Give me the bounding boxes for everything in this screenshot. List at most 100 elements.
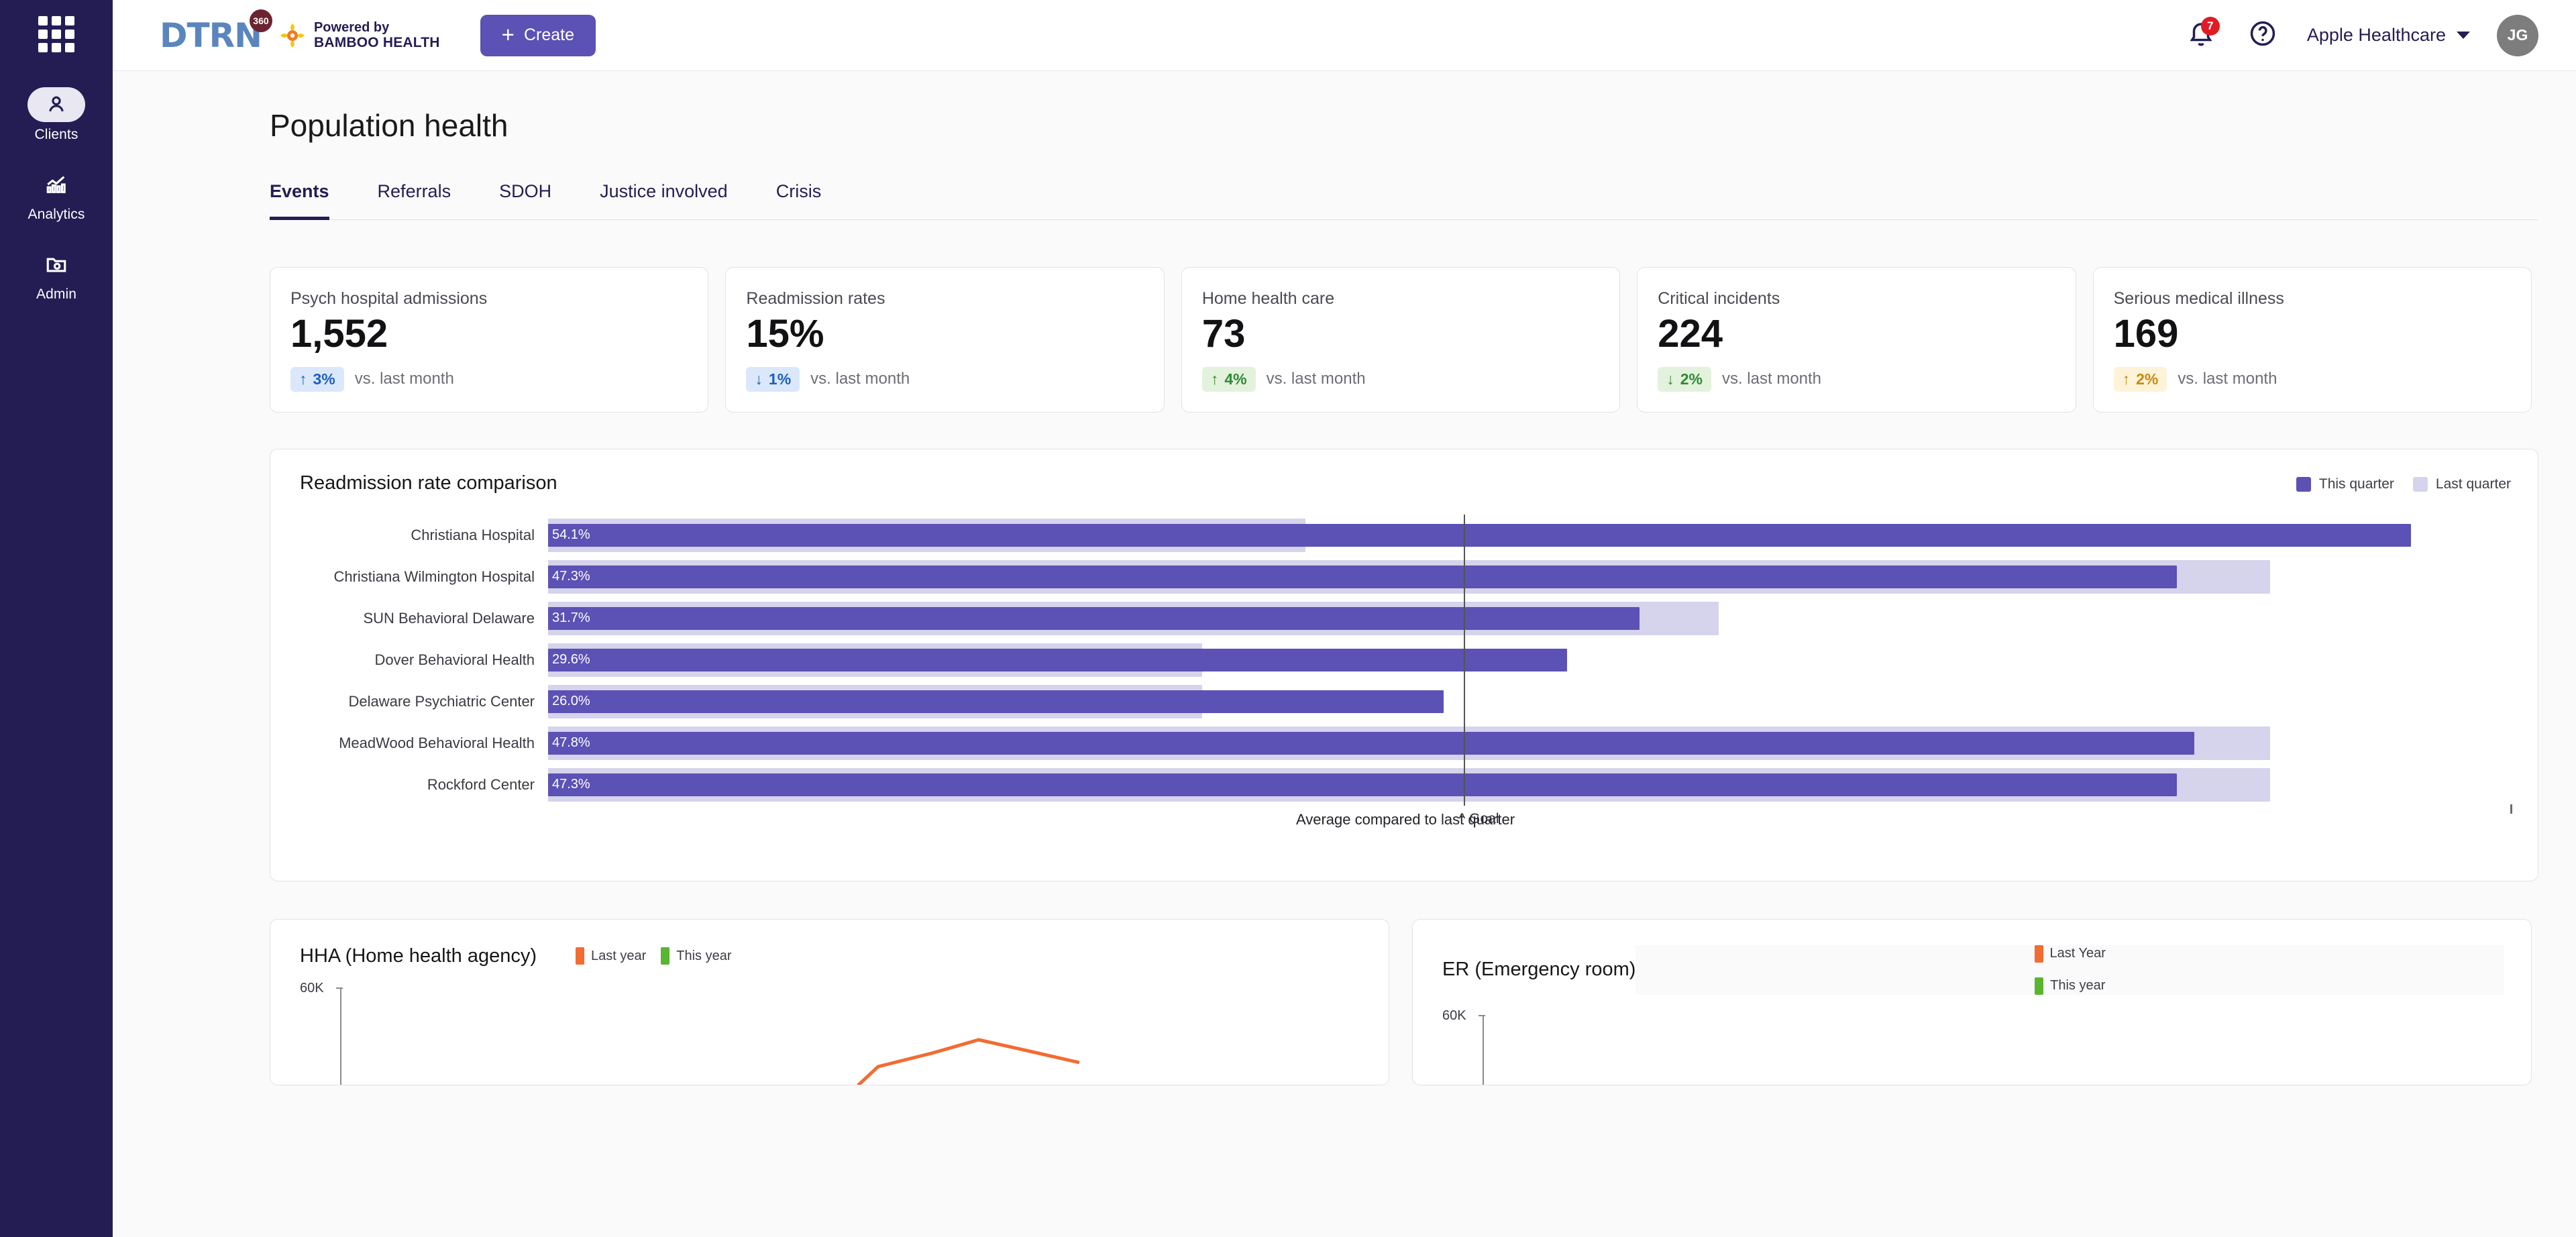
top-bar: DTRN 360 Powered by BAMBOO HEALTH + Crea… xyxy=(113,0,2576,71)
bar-row: Christiana Wilmington Hospital 47.3% xyxy=(300,556,2511,598)
goal-label: ^ Goal xyxy=(1458,810,1499,826)
bar-category-label: Rockford Center xyxy=(427,775,535,793)
page-title: Population health xyxy=(270,108,508,143)
bar-category-label: Christiana Wilmington Hospital xyxy=(333,568,535,585)
legend-label: Last Year xyxy=(2049,946,2106,961)
bamboo-health-logo: Powered by BAMBOO HEALTH xyxy=(279,20,440,51)
legend-swatch-this-year xyxy=(2035,977,2044,995)
legend-item-last-quarter[interactable]: Last quarter xyxy=(2412,476,2511,492)
kpi-delta-badge: ↓ 1% xyxy=(746,366,800,392)
arrow-up-icon: ↑ xyxy=(1210,370,1219,388)
sidebar-item-label: Analytics xyxy=(28,207,85,222)
panel-title: HHA (Home health agency) xyxy=(300,945,537,967)
legend-item-last-year[interactable]: Last year xyxy=(576,947,646,965)
bar-this-quarter: 26.0% xyxy=(548,690,1444,713)
hha-line-series xyxy=(857,1038,1080,1085)
chart-scroll-indicator[interactable] xyxy=(2510,804,2512,814)
kpi-delta-badge: ↓ 2% xyxy=(1658,366,1711,392)
top-bar-actions: 7 Apple Healthcare JG xyxy=(2184,14,2538,56)
bar-row: SUN Behavioral Delaware 31.7% xyxy=(300,598,2511,639)
chevron-down-icon xyxy=(2457,32,2470,39)
kpi-comparison-label: vs. last month xyxy=(354,370,454,388)
tab-crisis[interactable]: Crisis xyxy=(776,181,822,220)
hha-legend: Last year This year xyxy=(576,947,732,965)
er-legend: Last Year This year xyxy=(1635,945,2504,995)
org-switcher[interactable]: Apple Healthcare xyxy=(2307,25,2470,46)
kpi-value: 73 xyxy=(1201,312,1246,356)
arrow-up-icon: ↑ xyxy=(2122,370,2131,388)
kpi-delta-value: 1% xyxy=(768,370,792,388)
kpi-label: Critical incidents xyxy=(1658,289,1780,308)
bar-track: 26.0% xyxy=(548,681,2511,722)
kpi-comparison-label: vs. last month xyxy=(1266,370,1366,388)
sidebar-item-admin[interactable]: Admin xyxy=(0,247,113,303)
brand-lockup: DTRN 360 Powered by BAMBOO HEALTH xyxy=(160,9,440,52)
app-grid-icon[interactable] xyxy=(34,12,78,56)
legend-label: This year xyxy=(676,948,732,963)
er-panel: ER (Emergency room) Last Year This year xyxy=(1412,918,2532,1085)
legend-item-this-quarter[interactable]: This quarter xyxy=(2296,476,2394,492)
legend-item-last-year[interactable]: Last Year xyxy=(2034,945,2106,963)
legend-label: Last year xyxy=(591,948,647,963)
y-axis-top-tick-label: 60K xyxy=(1442,1008,1466,1023)
tab-justice-involved[interactable]: Justice involved xyxy=(600,181,728,220)
kpi-card-serious-medical-illness[interactable]: Serious medical illness 169 ↑ 2% vs. las… xyxy=(2092,267,2532,413)
bar-track: 47.3% xyxy=(548,764,2511,806)
bar-track: 47.3% xyxy=(548,556,2511,598)
kpi-delta-value: 3% xyxy=(313,370,335,388)
legend-item-this-year[interactable]: This year xyxy=(661,947,732,965)
bar-row: Rockford Center 47.3% xyxy=(300,764,2511,806)
sidebar-item-clients[interactable]: Clients xyxy=(0,87,113,143)
bar-this-quarter: 47.3% xyxy=(548,773,2178,796)
person-icon xyxy=(28,87,85,122)
kpi-card-critical-incidents[interactable]: Critical incidents 224 ↓ 2% vs. last mon… xyxy=(1637,267,2076,413)
bar-category-label: Dover Behavioral Health xyxy=(374,651,535,668)
goal-line xyxy=(1464,514,1466,806)
kpi-label: Home health care xyxy=(1201,289,1335,308)
powered-by-line1: Powered by xyxy=(313,19,390,35)
arrow-up-icon: ↑ xyxy=(299,370,307,388)
dtrn-logo[interactable]: DTRN 360 xyxy=(160,9,272,52)
notifications-button[interactable]: 7 xyxy=(2184,16,2220,53)
readmission-rate-comparison-panel: Readmission rate comparison This quarter… xyxy=(270,448,2538,881)
kpi-card-psych-hospital-admissions[interactable]: Psych hospital admissions 1,552 ↑ 3% vs.… xyxy=(270,267,709,413)
kpi-card-row: Psych hospital admissions 1,552 ↑ 3% vs.… xyxy=(270,267,2538,413)
kpi-card-readmission-rates[interactable]: Readmission rates 15% ↓ 1% vs. last mont… xyxy=(725,267,1165,413)
arrow-down-icon: ↓ xyxy=(1666,370,1674,388)
create-button[interactable]: + Create xyxy=(480,14,596,56)
bar-track: 54.1% xyxy=(548,515,2511,556)
kpi-comparison-label: vs. last month xyxy=(1721,370,1822,388)
legend-label: This quarter xyxy=(2318,476,2394,492)
powered-by-line2: BAMBOO HEALTH xyxy=(313,34,440,50)
kpi-value: 169 xyxy=(2113,312,2179,356)
kpi-label: Psych hospital admissions xyxy=(290,289,488,308)
y-axis-top-tick-label: 60K xyxy=(300,980,324,996)
sidebar-item-label: Clients xyxy=(34,127,78,142)
question-circle-icon xyxy=(2249,19,2277,51)
bamboo-flower-icon xyxy=(279,22,306,49)
tab-sdoh[interactable]: SDOH xyxy=(499,181,551,220)
bar-this-quarter: 31.7% xyxy=(548,606,1640,630)
hha-plot: 60K xyxy=(300,981,1362,1085)
sidebar-item-analytics[interactable]: Analytics xyxy=(0,167,113,223)
help-button[interactable] xyxy=(2245,18,2280,53)
bar-this-quarter: 54.1% xyxy=(548,523,2412,547)
kpi-value: 15% xyxy=(746,312,824,356)
y-axis-line xyxy=(1483,1014,1484,1085)
primary-nav-rail: Clients Analytics Admin xyxy=(0,0,113,1237)
legend-item-this-year[interactable]: This year xyxy=(2035,977,2105,995)
bar-this-quarter: 29.6% xyxy=(548,648,1568,671)
bar-track: 29.6% xyxy=(548,639,2511,681)
bar-row: Delaware Psychiatric Center 26.0% xyxy=(300,681,2511,722)
avatar[interactable]: JG xyxy=(2497,14,2538,56)
tab-referrals[interactable]: Referrals xyxy=(378,181,451,220)
kpi-comparison-label: vs. last month xyxy=(2178,370,2277,388)
bar-chart-icon xyxy=(28,167,85,202)
kpi-label: Readmission rates xyxy=(746,289,885,308)
legend-swatch-last-quarter xyxy=(2412,476,2428,492)
tab-events[interactable]: Events xyxy=(270,181,329,220)
kpi-card-home-health-care[interactable]: Home health care 73 ↑ 4% vs. last month xyxy=(1181,267,1621,413)
app-root: Clients Analytics Admin DTRN 360 Powered… xyxy=(0,0,2576,1237)
kpi-value: 1,552 xyxy=(290,312,388,356)
panel-title: Readmission rate comparison xyxy=(300,472,557,494)
